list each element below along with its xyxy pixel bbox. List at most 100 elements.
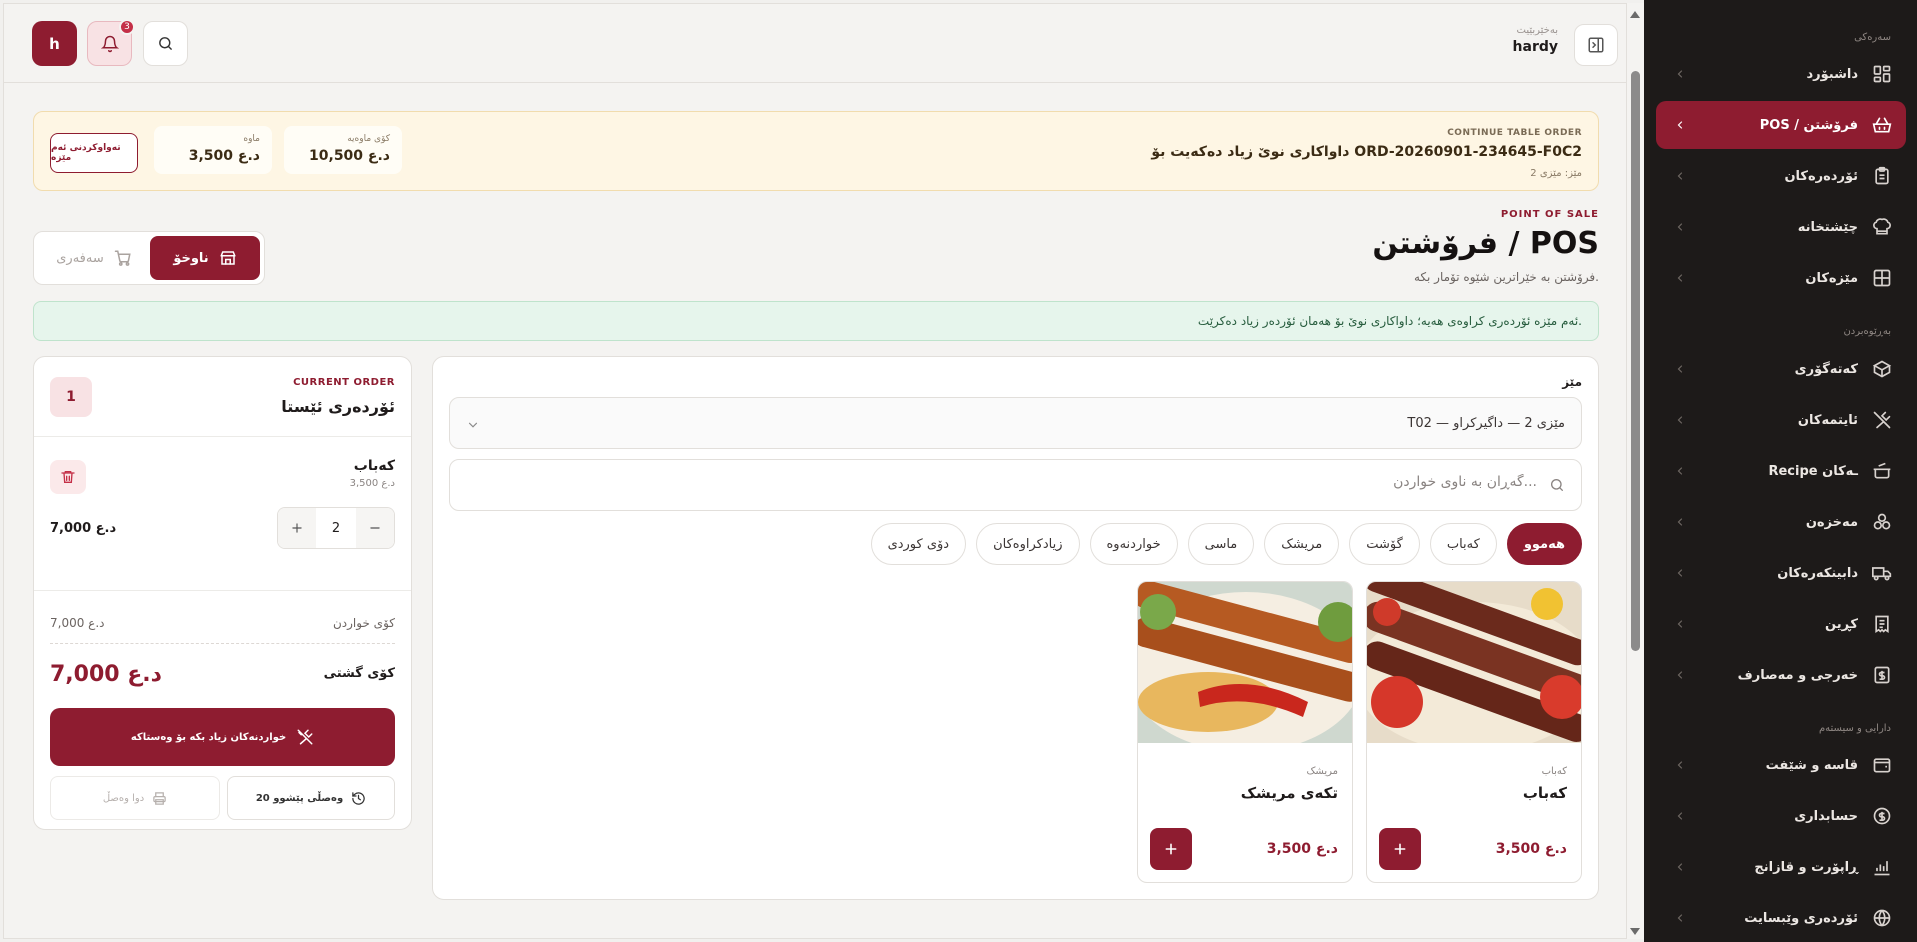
sidebar-item-items[interactable]: ئایتمەکان: [1656, 396, 1906, 444]
sidebar-item-cashbox[interactable]: قاسە و شێفت: [1656, 741, 1906, 789]
product-price: 3,500 د.ع: [1495, 841, 1567, 857]
mode-dine-in-label: ناوخۆ: [173, 250, 209, 266]
chevron-left-icon: [1674, 464, 1686, 478]
category-extras[interactable]: زیادکراوەکان: [976, 523, 1080, 565]
decrease-qty-button[interactable]: [356, 508, 394, 548]
quantity-value[interactable]: 2: [316, 508, 356, 548]
current-order-panel: CURRENT ORDER ئۆردەری ئێستا 1 کەباب 3,50…: [33, 356, 412, 830]
chevron-left-icon: [1674, 271, 1686, 285]
cart-item-count: 1: [50, 377, 92, 417]
divider: [50, 643, 395, 644]
search-button[interactable]: [143, 21, 188, 66]
sidebar-item-label: مێزەکان: [1805, 270, 1858, 286]
print-last-receipt-button[interactable]: دوا وەصڵ: [50, 776, 220, 820]
chevron-left-icon: [1674, 758, 1686, 772]
order-total-label: کۆی ماوەیە: [347, 134, 390, 144]
chevron-down-icon: [466, 418, 480, 432]
add-product-button[interactable]: [1150, 828, 1192, 870]
product-card[interactable]: مریشک تکەی مریشک 3,500 د.ع: [1137, 581, 1353, 883]
sidebar-item-tables[interactable]: مێزەکان: [1656, 254, 1906, 302]
products-panel: مێز T02 — مێزی 2 — داگیرکراو هەموو کەباب…: [432, 356, 1599, 900]
remove-line-button[interactable]: [50, 460, 86, 494]
category-meat[interactable]: گۆشت: [1349, 523, 1420, 565]
sidebar-toggle-button[interactable]: [1574, 24, 1618, 66]
sidebar-item-label: داشبۆرد: [1806, 66, 1858, 82]
scroll-down-arrow[interactable]: [1630, 928, 1640, 935]
product-image-kebab: [1367, 582, 1581, 743]
sidebar-item-label: ئۆردەرەکان: [1784, 168, 1858, 184]
recent-receipts-button[interactable]: 20 وەصڵی پێشوو: [227, 776, 395, 820]
sidebar-item-expenses[interactable]: خەرجی و مەصارف: [1656, 651, 1906, 699]
total-value: 7,000 د.ع: [50, 662, 162, 687]
sidebar-item-label: خەرجی و مەصارف: [1737, 667, 1858, 683]
globe-icon: [1872, 908, 1892, 928]
quantity-stepper: 2: [277, 507, 395, 549]
sidebar-item-reports[interactable]: ڕاپۆرت و قازانج: [1656, 843, 1906, 891]
sidebar-item-pos[interactable]: POS / فرۆشتن: [1656, 101, 1906, 149]
sidebar-item-recipes[interactable]: Recipe ـەکان: [1656, 447, 1906, 495]
sidebar-item-category[interactable]: کەتەگۆری: [1656, 345, 1906, 393]
mode-takeaway-label: سەفەری: [56, 250, 104, 266]
sidebar-item-purchases[interactable]: کڕین: [1656, 600, 1906, 648]
order-mode-toggle: ناوخۆ سەفەری: [33, 231, 265, 285]
category-kebab[interactable]: کەباب: [1429, 523, 1497, 565]
increase-qty-button[interactable]: [278, 508, 316, 548]
sidebar-item-kitchen[interactable]: چێشتخانە: [1656, 203, 1906, 251]
category-drinks[interactable]: خواردنەوە: [1089, 523, 1178, 565]
history-icon: [351, 791, 366, 806]
sidebar-item-label: ئایتمەکان: [1797, 412, 1858, 428]
sidebar-item-accounting[interactable]: حسابداری: [1656, 792, 1906, 840]
page-subtitle: فرۆشتن بە خێراترین شێوە تۆمار بکە.: [1413, 270, 1599, 284]
finish-table-button[interactable]: تەواوکردنی ئەم مێزە: [50, 133, 138, 173]
scroll-thumb[interactable]: [1631, 71, 1640, 651]
sidebar-item-website-orders[interactable]: ئۆردەری وێبسایت: [1656, 894, 1906, 942]
mode-takeaway-button[interactable]: سەفەری: [42, 236, 146, 280]
sidebar-item-label: ڕاپۆرت و قازانج: [1754, 859, 1858, 875]
send-to-kitchen-button[interactable]: خواردنەکان زیاد بکە بۆ وەستاکە: [50, 708, 395, 766]
sidebar-item-label: چێشتخانە: [1797, 219, 1858, 235]
panel-toggle-icon: [1587, 36, 1605, 54]
sidebar-item-label: POS / فرۆشتن: [1759, 117, 1858, 133]
sidebar-item-dashboard[interactable]: داشبۆرد: [1656, 50, 1906, 98]
notifications-button[interactable]: 3: [87, 19, 135, 66]
category-filters: هەموو کەباب گۆشت مریشک ماسی خواردنەوە زی…: [870, 523, 1582, 565]
product-card[interactable]: کەباب کەباب 3,500 د.ع: [1366, 581, 1582, 883]
sidebar: سەرەکی داشبۆرد POS / فرۆشتن ئۆردەرەکان چ…: [1644, 0, 1917, 942]
basket-icon: [1872, 115, 1892, 135]
add-product-button[interactable]: [1379, 828, 1421, 870]
table-select[interactable]: T02 — مێزی 2 — داگیرکراو: [449, 397, 1582, 449]
banner-tag: CONTINUE TABLE ORDER: [1447, 128, 1582, 138]
sidebar-item-warehouse[interactable]: مەخزەن: [1656, 498, 1906, 546]
search-icon: [1549, 477, 1565, 493]
avatar[interactable]: h: [32, 21, 77, 66]
page-scrollbar[interactable]: [1627, 3, 1644, 939]
minus-icon: [368, 521, 382, 535]
plus-icon: [290, 521, 304, 535]
product-name: کەباب: [1522, 784, 1567, 802]
mode-dine-in-button[interactable]: ناوخۆ: [150, 236, 260, 280]
subtotal-value: 7,000 د.ع: [50, 616, 105, 630]
send-to-kitchen-label: خواردنەکان زیاد بکە بۆ وەستاکە: [130, 731, 287, 743]
clipboard-icon: [1872, 166, 1892, 186]
chevron-left-icon: [1674, 118, 1686, 132]
product-price: 3,500 د.ع: [1266, 841, 1338, 857]
plus-icon: [1163, 841, 1179, 857]
product-search-input[interactable]: [537, 474, 1537, 490]
category-all[interactable]: هەموو: [1506, 523, 1582, 565]
page-tag: POINT OF SALE: [1500, 209, 1599, 220]
sidebar-item-orders[interactable]: ئۆردەرەکان: [1656, 152, 1906, 200]
sidebar-item-label: ئۆردەری وێبسایت: [1744, 910, 1858, 926]
sidebar-item-suppliers[interactable]: دابینکەرەکان: [1656, 549, 1906, 597]
cart-line-total: 7,000 د.ع: [50, 521, 117, 536]
order-total-value: 10,500 د.ع: [309, 148, 390, 164]
category-chicken[interactable]: مریشک: [1264, 523, 1340, 565]
category-kurdish-dew[interactable]: دۆی کوردی: [870, 523, 967, 565]
print-last-receipt-label: دوا وەصڵ: [102, 792, 145, 804]
chevron-left-icon: [1674, 362, 1686, 376]
continue-order-banner: CONTINUE TABLE ORDER داواکاری نوێ زیاد د…: [33, 111, 1599, 191]
chevron-left-icon: [1674, 911, 1686, 925]
cart-line-name: کەباب: [353, 458, 395, 474]
banner-table: مێز: مێزی 2: [1530, 168, 1582, 179]
category-fish[interactable]: ماسی: [1187, 523, 1255, 565]
scroll-up-arrow[interactable]: [1630, 11, 1640, 18]
